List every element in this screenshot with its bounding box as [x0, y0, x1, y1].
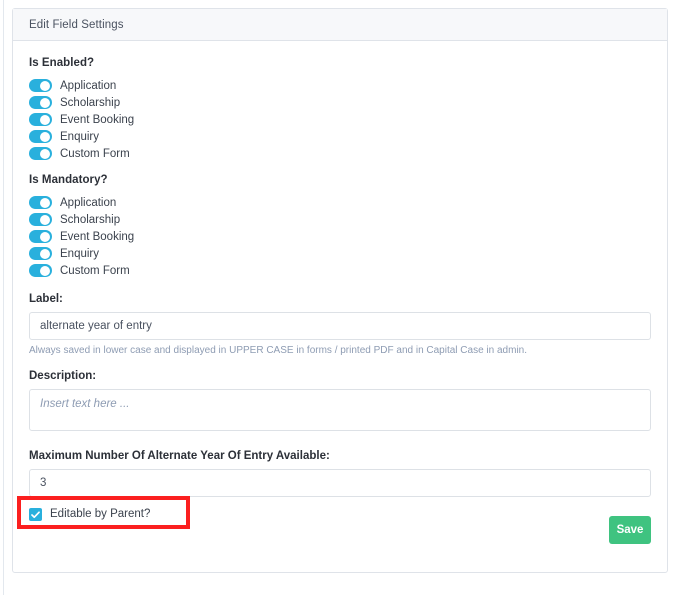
toggle-switch-enabled-custom-form[interactable]: [29, 147, 52, 160]
toggle-switch-mandatory-application[interactable]: [29, 196, 52, 209]
toggle-knob: [40, 266, 50, 276]
page-root: Edit Field Settings Is Enabled? Applicat…: [0, 0, 680, 595]
toggle-row-scholarship[interactable]: Scholarship: [29, 94, 651, 111]
toggle-knob: [40, 115, 50, 125]
toggle-group-is-enabled: Application Scholarship Event Booking: [29, 77, 651, 162]
editable-by-parent-label: Editable by Parent?: [50, 508, 150, 520]
toggle-label: Scholarship: [60, 214, 120, 226]
save-button[interactable]: Save: [609, 516, 651, 544]
card-header: Edit Field Settings: [13, 9, 667, 41]
toggle-row-mandatory-scholarship[interactable]: Scholarship: [29, 211, 651, 228]
toggle-row-application[interactable]: Application: [29, 77, 651, 94]
toggle-row-mandatory-application[interactable]: Application: [29, 194, 651, 211]
toggle-row-enquiry[interactable]: Enquiry: [29, 128, 651, 145]
toggle-switch-mandatory-enquiry[interactable]: [29, 247, 52, 260]
toggle-knob: [40, 198, 50, 208]
toggle-label: Event Booking: [60, 114, 134, 126]
toggle-knob: [40, 249, 50, 259]
field-block-description: Description:: [29, 370, 651, 436]
toggle-row-mandatory-event-booking[interactable]: Event Booking: [29, 228, 651, 245]
toggle-label: Custom Form: [60, 265, 130, 277]
field-block-label: Label: Always saved in lower case and di…: [29, 293, 651, 356]
section-heading-is-enabled: Is Enabled?: [29, 57, 651, 69]
toggle-label: Custom Form: [60, 148, 130, 160]
toggle-label: Enquiry: [60, 131, 99, 143]
toggle-knob: [40, 81, 50, 91]
toggle-switch-mandatory-custom-form[interactable]: [29, 264, 52, 277]
editable-by-parent-row[interactable]: Editable by Parent?: [29, 506, 150, 522]
toggle-knob: [40, 98, 50, 108]
field-block-maximum-number: Maximum Number Of Alternate Year Of Entr…: [29, 450, 651, 497]
card-body: Is Enabled? Application Scholarship: [13, 41, 667, 497]
toggle-switch-enabled-enquiry[interactable]: [29, 130, 52, 143]
toggle-row-custom-form[interactable]: Custom Form: [29, 145, 651, 162]
toggle-label: Application: [60, 197, 116, 209]
toggle-switch-mandatory-event-booking[interactable]: [29, 230, 52, 243]
toggle-row-mandatory-custom-form[interactable]: Custom Form: [29, 262, 651, 279]
description-textarea[interactable]: [29, 389, 651, 431]
toggle-label: Scholarship: [60, 97, 120, 109]
editable-by-parent-checkbox[interactable]: [29, 508, 42, 521]
field-label-label: Label:: [29, 293, 651, 305]
edit-field-settings-card: Edit Field Settings Is Enabled? Applicat…: [12, 8, 668, 573]
page-gutter-line: [3, 0, 4, 595]
toggle-switch-mandatory-scholarship[interactable]: [29, 213, 52, 226]
toggle-group-is-mandatory: Application Scholarship Event Booking: [29, 194, 651, 279]
section-heading-is-mandatory: Is Mandatory?: [29, 174, 651, 186]
toggle-row-mandatory-enquiry[interactable]: Enquiry: [29, 245, 651, 262]
card-header-title: Edit Field Settings: [29, 19, 124, 31]
toggle-label: Event Booking: [60, 231, 134, 243]
label-helper-text: Always saved in lower case and displayed…: [29, 345, 651, 356]
toggle-knob: [40, 232, 50, 242]
maximum-number-input[interactable]: [29, 469, 651, 497]
toggle-knob: [40, 149, 50, 159]
label-input[interactable]: [29, 312, 651, 340]
toggle-knob: [40, 215, 50, 225]
toggle-row-event-booking[interactable]: Event Booking: [29, 111, 651, 128]
toggle-label: Application: [60, 80, 116, 92]
toggle-switch-enabled-event-booking[interactable]: [29, 113, 52, 126]
toggle-label: Enquiry: [60, 248, 99, 260]
toggle-switch-enabled-scholarship[interactable]: [29, 96, 52, 109]
toggle-knob: [40, 132, 50, 142]
field-label-description: Description:: [29, 370, 651, 382]
field-label-maximum-number: Maximum Number Of Alternate Year Of Entr…: [29, 450, 651, 462]
toggle-switch-enabled-application[interactable]: [29, 79, 52, 92]
check-icon: [31, 511, 40, 519]
